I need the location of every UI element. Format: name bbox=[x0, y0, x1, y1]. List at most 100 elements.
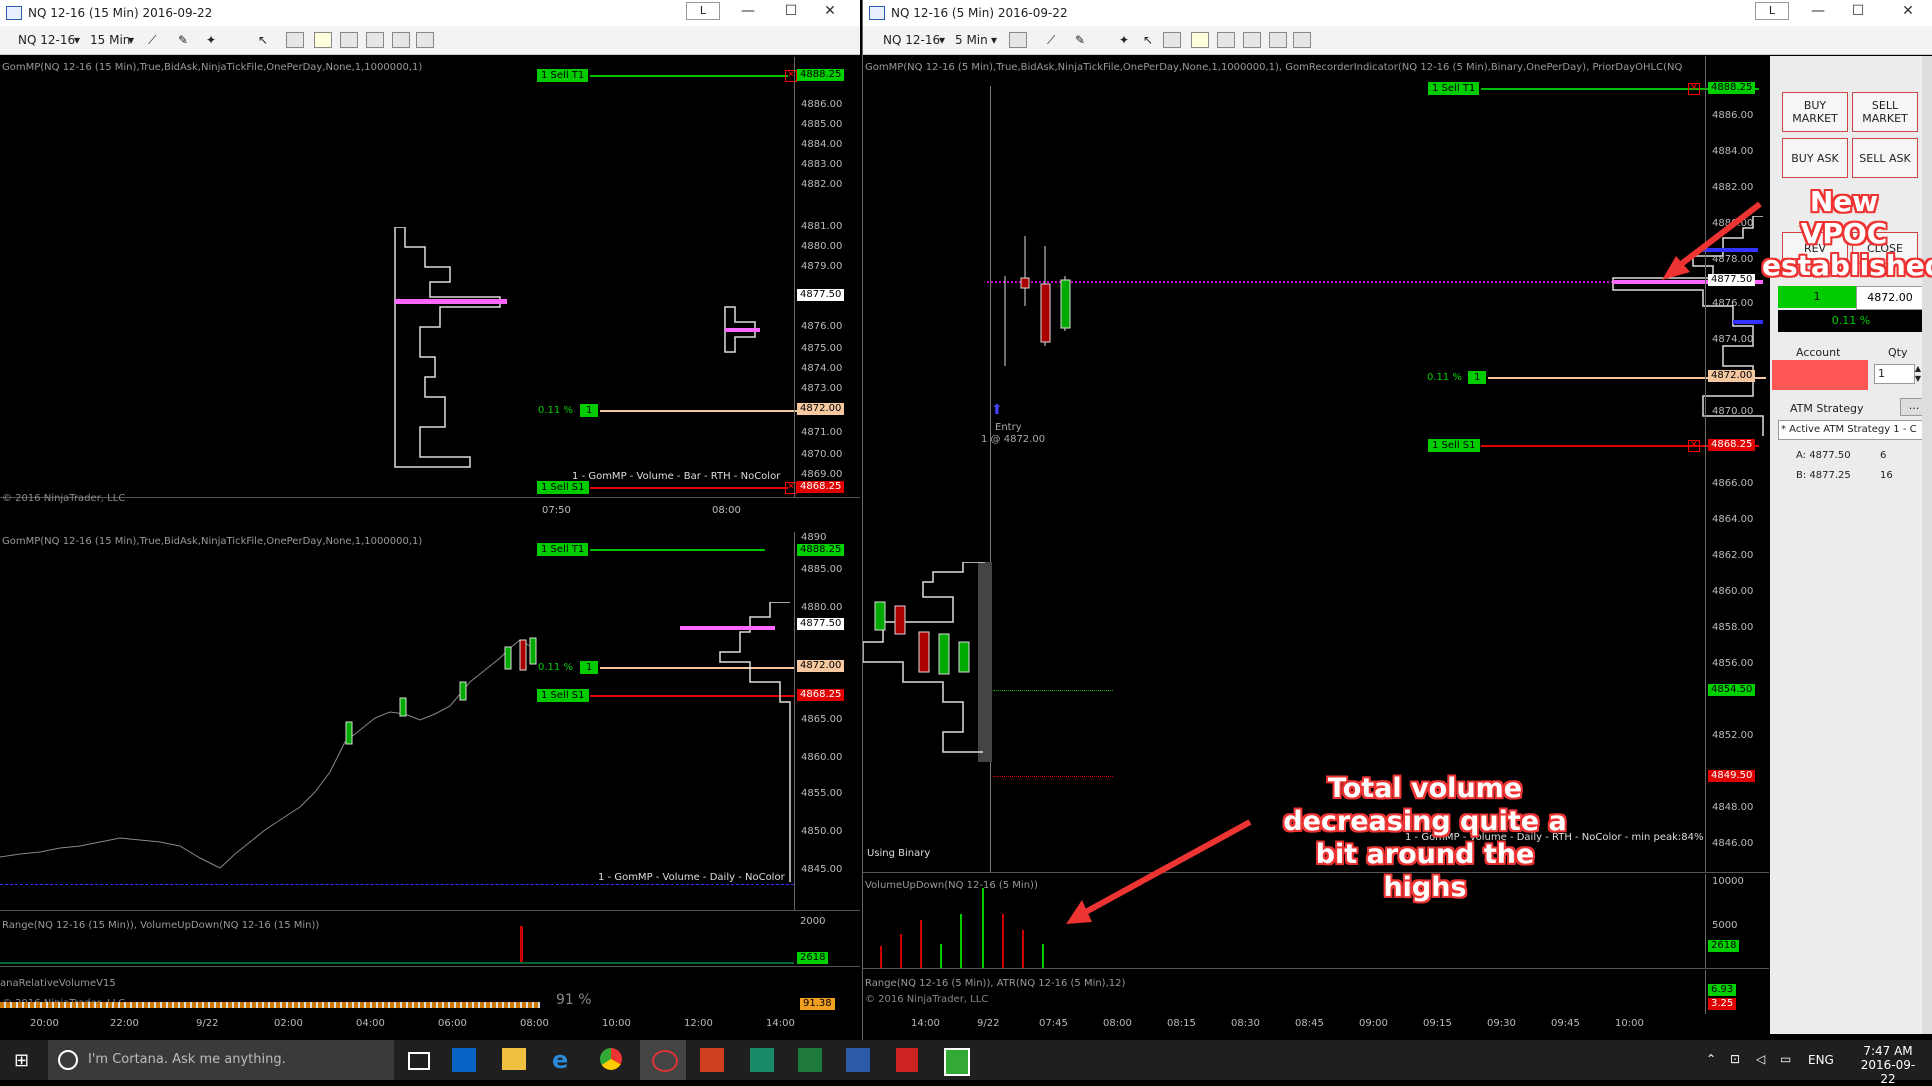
instrument-selector[interactable]: NQ 12-16 bbox=[18, 33, 75, 47]
crosshair-icon[interactable]: ✦ bbox=[206, 33, 216, 47]
bar-type-icon[interactable] bbox=[1009, 32, 1027, 48]
edge-icon[interactable]: e bbox=[552, 1046, 568, 1074]
properties-icon[interactable] bbox=[392, 32, 410, 48]
tray-chevron-icon[interactable]: ⌃ bbox=[1706, 1052, 1716, 1066]
cortana-search-box[interactable]: I'm Cortana. Ask me anything. bbox=[48, 1040, 394, 1080]
instrument-selector[interactable]: NQ 12-16 bbox=[883, 33, 940, 47]
pnl-label: 0.11 % bbox=[1427, 372, 1462, 383]
indicators-icon[interactable] bbox=[340, 32, 358, 48]
indicator-label: Range(NQ 12-16 (15 Min)), VolumeUpDown(N… bbox=[2, 920, 320, 931]
target-line[interactable] bbox=[590, 75, 788, 77]
target-line[interactable] bbox=[590, 549, 765, 551]
properties-icon[interactable] bbox=[1269, 32, 1287, 48]
sell-market-button[interactable]: SELL MARKET bbox=[1852, 92, 1918, 132]
right-toolbar: NQ 12-16 ▾ 5 Min ▾ ⟋ ✎ ✦ ↖ bbox=[863, 26, 1932, 55]
range-value: 2618 bbox=[797, 952, 829, 964]
mail-icon[interactable] bbox=[896, 1048, 918, 1072]
position-qty-marker[interactable]: 1 bbox=[1468, 371, 1487, 384]
indicators-icon[interactable] bbox=[1217, 32, 1235, 48]
language-indicator[interactable]: ENG bbox=[1808, 1053, 1834, 1067]
buy-market-button[interactable]: BUY MARKET bbox=[1782, 92, 1848, 132]
dropdown-icon[interactable]: ▾ bbox=[74, 33, 80, 47]
tws-icon[interactable] bbox=[750, 1048, 774, 1072]
volume-profile bbox=[394, 227, 760, 468]
pencil-icon[interactable]: ✎ bbox=[1075, 33, 1085, 47]
pointer-icon[interactable]: ↖ bbox=[1143, 33, 1153, 47]
chart-style-icon[interactable] bbox=[1191, 32, 1209, 48]
file-explorer-icon[interactable] bbox=[502, 1048, 526, 1070]
relative-volume-panel[interactable]: anaRelativeVolumeV15 © 2016 NinjaTrader,… bbox=[0, 968, 860, 1012]
cancel-order-icon[interactable]: ✕ bbox=[1688, 83, 1700, 95]
interval-selector[interactable]: 5 Min bbox=[955, 33, 988, 47]
relative-volume-bars bbox=[0, 1002, 540, 1008]
link-button[interactable]: L bbox=[1755, 2, 1789, 20]
right-price-panel[interactable]: GomMP(NQ 12-16 (5 Min),True,BidAsk,Ninja… bbox=[863, 56, 1769, 873]
left-top-panel[interactable]: GomMP(NQ 12-16 (15 Min),True,BidAsk,Ninj… bbox=[0, 57, 860, 504]
zoom-icon[interactable] bbox=[1163, 32, 1181, 48]
copyright-label: © 2016 NinjaTrader, LLC bbox=[865, 994, 989, 1005]
atr-axis[interactable]: 6.93 3.25 bbox=[1705, 970, 1768, 1014]
prior-high-line bbox=[993, 690, 1113, 691]
sell-target-order[interactable]: 1 Sell T1 bbox=[537, 69, 589, 82]
windows-start-icon[interactable]: ⊞ bbox=[14, 1050, 29, 1071]
chart-trader-icon[interactable] bbox=[416, 32, 434, 48]
sell-stop-order[interactable]: 1 Sell S1 bbox=[1428, 439, 1480, 452]
time-tick: 07:50 bbox=[542, 505, 571, 516]
sell-target-order[interactable]: 1 Sell T1 bbox=[537, 543, 589, 556]
account-selector[interactable] bbox=[1772, 360, 1868, 390]
dropdown-icon[interactable]: ▾ bbox=[128, 33, 134, 47]
link-button[interactable]: L bbox=[686, 2, 720, 20]
atm-strategy-select[interactable]: * Active ATM Strategy 1 - C bbox=[1778, 420, 1930, 440]
left-bottom-panel[interactable]: GomMP(NQ 12-16 (15 Min),True,BidAsk,Ninj… bbox=[0, 532, 860, 911]
notification-icon[interactable]: ▭ bbox=[1780, 1052, 1791, 1066]
word-icon[interactable] bbox=[846, 1048, 870, 1072]
price-axis[interactable]: 4890 4888.25 4885.00 4880.00 4877.50 487… bbox=[794, 532, 851, 910]
strategies-icon[interactable] bbox=[1243, 32, 1261, 48]
pencil-icon[interactable]: ✎ bbox=[178, 33, 188, 47]
indicator-label: anaRelativeVolumeV15 bbox=[0, 978, 116, 989]
minimize-icon[interactable]: — bbox=[733, 3, 763, 19]
time-axis[interactable]: 14:00 9/22 07:45 08:00 08:15 08:30 08:45… bbox=[863, 1014, 1769, 1038]
left-title-bar[interactable]: NQ 12-16 (15 Min) 2016-09-22 L — ☐ ✕ bbox=[0, 0, 860, 26]
close-icon[interactable]: ✕ bbox=[1893, 3, 1923, 19]
sell-ask-button[interactable]: SELL ASK bbox=[1852, 138, 1918, 178]
atr-panel[interactable]: Range(NQ 12-16 (5 Min)), ATR(NQ 12-16 (5… bbox=[863, 970, 1769, 1014]
drawing-tool-icon[interactable]: ⟋ bbox=[1047, 33, 1055, 48]
pointer-icon[interactable]: ↖ bbox=[258, 33, 268, 47]
chrome-icon[interactable] bbox=[600, 1048, 622, 1070]
zoom-icon[interactable] bbox=[286, 32, 304, 48]
volume-icon[interactable]: ◁ bbox=[1756, 1052, 1765, 1066]
excel-icon[interactable] bbox=[798, 1048, 822, 1072]
time-axis[interactable]: 20:00 22:00 9/22 02:00 04:00 06:00 08:00… bbox=[0, 1014, 860, 1038]
close-icon[interactable]: ✕ bbox=[815, 3, 845, 19]
crosshair-icon[interactable]: ✦ bbox=[1119, 33, 1129, 47]
dropdown-icon[interactable]: ▾ bbox=[991, 33, 997, 47]
candlestick-series bbox=[1004, 236, 1071, 366]
chart-style-icon[interactable] bbox=[314, 32, 332, 48]
minimize-icon[interactable]: — bbox=[1803, 3, 1833, 19]
outlook-icon[interactable] bbox=[452, 1048, 476, 1072]
strategies-icon[interactable] bbox=[366, 32, 384, 48]
range-panel[interactable]: Range(NQ 12-16 (15 Min)), VolumeUpDown(N… bbox=[0, 912, 860, 967]
powerpoint-icon[interactable] bbox=[700, 1048, 724, 1072]
ninjatrader-taskbar-item[interactable] bbox=[640, 1040, 686, 1080]
buy-ask-button[interactable]: BUY ASK bbox=[1782, 138, 1848, 178]
price-axis[interactable]: 4888.25 4886.00 4884.00 4882.00 4880.00 … bbox=[1705, 56, 1768, 872]
chart-trader-icon[interactable] bbox=[1293, 32, 1311, 48]
app-icon[interactable] bbox=[944, 1048, 970, 1076]
right-title-bar[interactable]: NQ 12-16 (5 Min) 2016-09-22 L — ☐ ✕ bbox=[863, 0, 1932, 26]
price-axis[interactable]: 4886.00 4885.00 4884.00 4883.00 4882.00 … bbox=[794, 57, 851, 497]
maximize-icon[interactable]: ☐ bbox=[1843, 3, 1873, 19]
position-qty-marker[interactable]: 1 bbox=[580, 661, 599, 674]
drawing-tool-icon[interactable]: ⟋ bbox=[148, 33, 156, 48]
ask-label: A: 4877.50 bbox=[1796, 450, 1851, 461]
qty-input[interactable]: 1 bbox=[1874, 364, 1915, 384]
maximize-icon[interactable]: ☐ bbox=[776, 3, 806, 19]
sell-target-order[interactable]: 1 Sell T1 bbox=[1428, 82, 1480, 95]
volume-baseline bbox=[0, 962, 794, 964]
network-icon[interactable]: ⊡ bbox=[1730, 1052, 1740, 1066]
interval-selector[interactable]: 15 Min bbox=[90, 33, 130, 47]
volume-axis[interactable]: 10000 5000 2618 bbox=[1705, 874, 1768, 968]
task-view-icon[interactable] bbox=[408, 1052, 430, 1070]
dropdown-icon[interactable]: ▾ bbox=[939, 33, 945, 47]
